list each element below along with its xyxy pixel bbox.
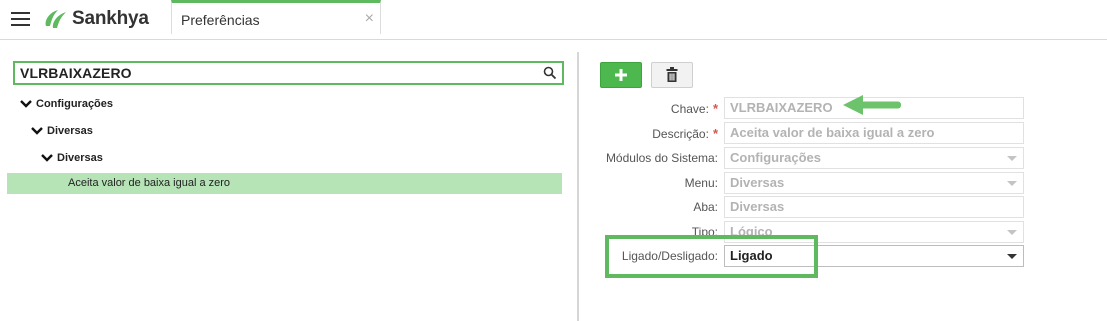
delete-button[interactable] (651, 62, 693, 88)
tree-leaf-selected[interactable]: Aceita valor de baixa igual a zero (7, 173, 562, 194)
required-mark: * (712, 101, 718, 116)
panel-divider[interactable] (577, 52, 579, 321)
search-input[interactable]: VLRBAIXAZERO (13, 61, 564, 85)
sankhya-logo[interactable]: Sankhya (42, 7, 149, 31)
menu-icon[interactable] (11, 12, 30, 27)
menu-label: Menu: (684, 176, 718, 190)
caret-down-icon[interactable] (1007, 181, 1017, 186)
chevron-down-icon[interactable] (20, 99, 32, 109)
add-button[interactable] (600, 62, 642, 88)
close-icon[interactable]: × (365, 10, 374, 28)
aba-field[interactable]: Diversas (724, 196, 1024, 218)
sankhya-logo-icon (45, 10, 66, 28)
modulos-select[interactable]: Configurações (724, 147, 1024, 169)
modulos-label: Módulos do Sistema: (605, 151, 718, 165)
tree-node-label: Configurações (36, 98, 114, 110)
tree-node-configuracoes[interactable]: Configurações (20, 98, 113, 110)
trash-icon (666, 67, 678, 82)
tab-label: Preferências (181, 12, 260, 28)
caret-down-icon[interactable] (1007, 230, 1017, 235)
chave-label-text: Chave: (670, 102, 709, 116)
chevron-down-icon[interactable] (41, 153, 53, 163)
descricao-field[interactable]: Aceita valor de baixa igual a zero (724, 122, 1024, 144)
required-mark: * (712, 126, 718, 141)
chave-label: Chave: * (671, 101, 718, 116)
chevron-down-icon[interactable] (31, 126, 43, 136)
search-value[interactable]: VLRBAIXAZERO (20, 65, 132, 81)
descricao-label-text: Descrição: (652, 127, 709, 141)
caret-down-icon[interactable] (1007, 156, 1017, 161)
tree-node-diversas-sub[interactable]: Diversas (41, 152, 103, 164)
plus-icon (615, 69, 627, 81)
top-bar: Sankhya Preferências × (0, 0, 1107, 40)
tree-node-label: Diversas (47, 125, 93, 137)
brand-name: Sankhya (72, 8, 149, 29)
tab-preferencias[interactable]: Preferências × (171, 0, 381, 34)
descricao-value: Aceita valor de baixa igual a zero (730, 125, 935, 140)
modulos-value: Configurações (730, 150, 822, 165)
menu-value: Diversas (730, 175, 785, 190)
aba-value: Diversas (730, 199, 785, 214)
menu-select[interactable]: Diversas (724, 172, 1024, 194)
tree-node-label: Diversas (57, 152, 103, 164)
descricao-label: Descrição: * (652, 126, 718, 141)
chave-value: VLRBAIXAZERO (730, 100, 833, 115)
caret-down-icon[interactable] (1007, 254, 1017, 259)
tree-node-diversas[interactable]: Diversas (31, 125, 93, 137)
highlight-box (605, 235, 818, 278)
search-icon[interactable] (543, 66, 557, 80)
arrow-left-icon (843, 95, 901, 115)
aba-label: Aba: (693, 200, 718, 214)
